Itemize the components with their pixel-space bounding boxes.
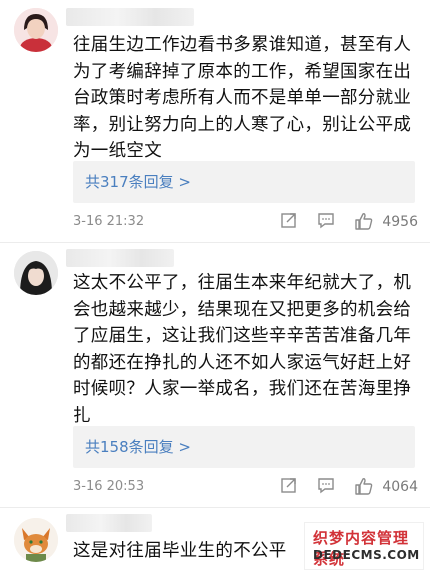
replies-label: 共317条回复 > — [85, 173, 191, 191]
comment-icon[interactable] — [317, 476, 337, 496]
avatar-image — [14, 251, 58, 295]
avatar-image — [14, 8, 58, 52]
thumbs-up-icon[interactable] — [354, 476, 374, 496]
username-redacted[interactable] — [66, 8, 194, 26]
comment-1: 往届生边工作边看书多累谁知道，甚至有人为了考编辞掉了原本的工作，希望国家在出台政… — [0, 0, 430, 242]
view-replies-button[interactable]: 共158条回复 > — [73, 426, 415, 468]
share-icon[interactable] — [280, 476, 300, 496]
username-redacted[interactable] — [66, 514, 152, 532]
avatar[interactable] — [14, 518, 58, 562]
watermark-domain: DEDECMS.COM — [313, 548, 420, 562]
avatar[interactable] — [14, 251, 58, 295]
comment-icon[interactable] — [317, 211, 337, 231]
comment-text: 这太不公平了，往届生本来年纪就大了，机会也越来越少，结果现在又把更多的机会给了应… — [73, 273, 412, 426]
view-replies-button[interactable]: 共317条回复 > — [73, 161, 415, 203]
timestamp: 3-16 20:53 — [73, 479, 145, 494]
replies-label: 共158条回复 > — [85, 438, 191, 456]
share-icon[interactable] — [280, 211, 300, 231]
watermark-logo: 织梦内容管理系统 DEDECMS.COM — [304, 522, 424, 570]
avatar[interactable] — [14, 8, 58, 52]
like-count: 4064 — [382, 479, 418, 495]
timestamp: 3-16 21:32 — [73, 214, 145, 229]
comment-2: 这太不公平了，往届生本来年纪就大了，机会也越来越少，结果现在又把更多的机会给了应… — [0, 243, 430, 507]
comment-text: 往届生边工作边看书多累谁知道，甚至有人为了考编辞掉了原本的工作，希望国家在出台政… — [73, 35, 412, 161]
like-count: 4956 — [382, 214, 418, 230]
comment-meta: 3-16 21:32 4956 — [73, 211, 418, 233]
username-redacted[interactable] — [66, 249, 174, 267]
avatar-image — [14, 518, 58, 562]
thumbs-up-icon[interactable] — [354, 211, 374, 231]
comment-meta: 3-16 20:53 4064 — [73, 476, 418, 498]
